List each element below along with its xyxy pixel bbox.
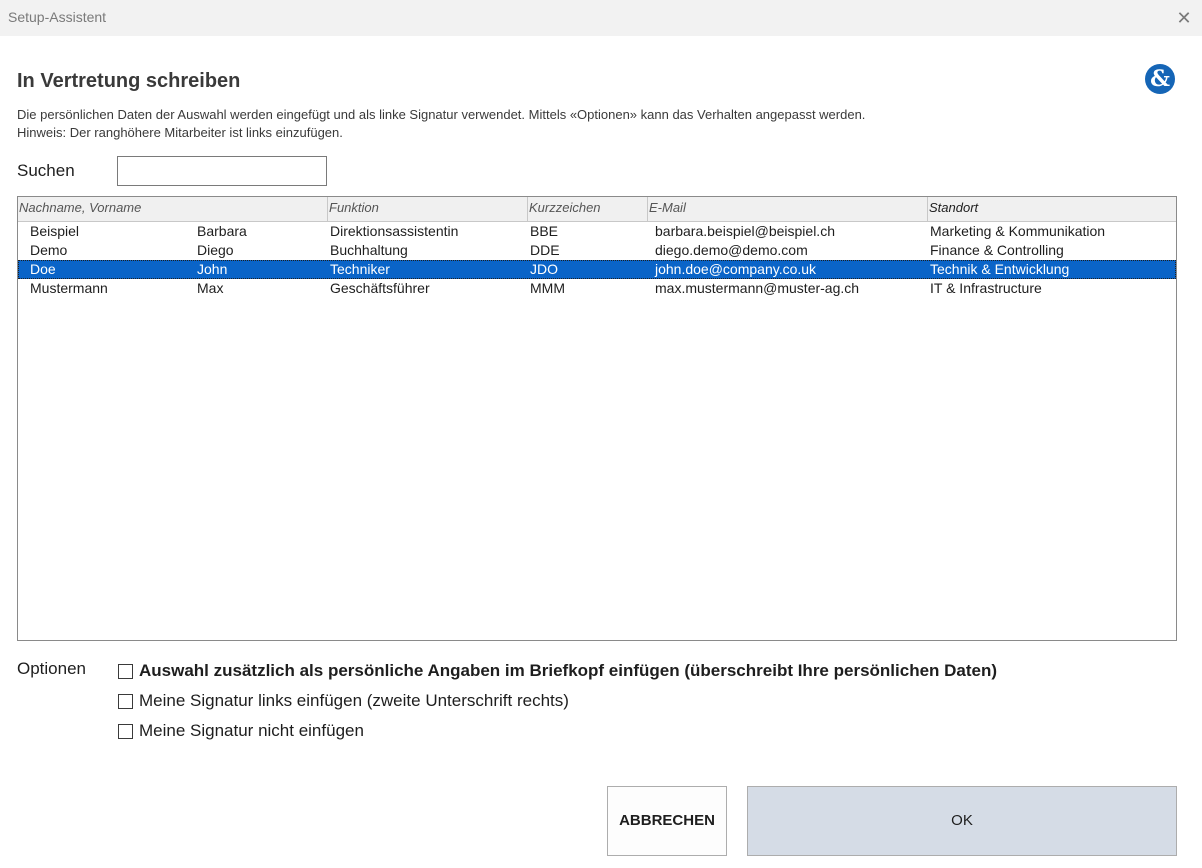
column-header-kurzzeichen[interactable]: Kurzzeichen [528, 197, 648, 221]
column-header-standort[interactable]: Standort [928, 197, 1176, 221]
cell-email: max.mustermann@muster-ag.ch [655, 280, 860, 296]
cell-funktion: Geschäftsführer [330, 280, 430, 296]
cell-kurzzeichen: MMM [530, 280, 565, 296]
cell-vorname: Barbara [197, 223, 247, 239]
ok-button[interactable]: OK [747, 786, 1177, 856]
options-label: Optionen [17, 659, 86, 678]
title-bar: Setup-Assistent ✕ [0, 0, 1202, 36]
search-label: Suchen [17, 161, 75, 180]
cell-kurzzeichen: JDO [530, 261, 558, 277]
cell-funktion: Direktionsassistentin [330, 223, 459, 239]
option-signatur-links-label: Meine Signatur links einfügen (zweite Un… [139, 691, 569, 710]
column-header-funktion[interactable]: Funktion [328, 197, 528, 221]
cell-standort: Technik & Entwicklung [930, 261, 1070, 277]
option-signatur-links[interactable]: Meine Signatur links einfügen (zweite Un… [118, 691, 569, 711]
column-header-email[interactable]: E-Mail [648, 197, 928, 221]
cell-funktion: Buchhaltung [330, 242, 408, 258]
cell-nachname: Demo [30, 242, 68, 258]
option-signatur-nicht-label: Meine Signatur nicht einfügen [139, 721, 364, 740]
table-row-selected[interactable]: Doe John Techniker JDO john.doe@company.… [18, 260, 1176, 279]
table-row[interactable]: Mustermann Max Geschäftsführer MMM max.m… [18, 279, 1176, 298]
cancel-button[interactable]: ABBRECHEN [607, 786, 727, 856]
employee-list[interactable]: Nachname, Vorname Funktion Kurzzeichen E… [17, 196, 1177, 641]
cell-nachname: Beispiel [30, 223, 80, 239]
cell-nachname: Mustermann [30, 280, 108, 296]
table-row[interactable]: Demo Diego Buchhaltung DDE diego.demo@de… [18, 241, 1176, 260]
checkbox-signatur-nicht[interactable] [118, 723, 133, 739]
checkbox-signatur-links[interactable] [118, 693, 133, 709]
cell-standort: Marketing & Kommunikation [930, 223, 1106, 239]
cell-standort: Finance & Controlling [930, 242, 1064, 258]
cell-standort: IT & Infrastructure [930, 280, 1042, 296]
list-header: Nachname, Vorname Funktion Kurzzeichen E… [18, 197, 1176, 222]
page-title: In Vertretung schreiben [17, 70, 241, 92]
window-title: Setup-Assistent [8, 9, 107, 25]
cell-kurzzeichen: BBE [530, 223, 559, 239]
ampersand-logo-icon: & [1145, 64, 1175, 94]
cell-vorname: Max [197, 280, 224, 296]
cell-kurzzeichen: DDE [530, 242, 560, 258]
option-signatur-nicht[interactable]: Meine Signatur nicht einfügen [118, 721, 364, 741]
cell-email: barbara.beispiel@beispiel.ch [655, 223, 835, 239]
cell-nachname: Doe [30, 261, 56, 277]
description-line-2: Hinweis: Der ranghöhere Mitarbeiter ist … [17, 125, 343, 140]
checkbox-briefkopf[interactable] [118, 663, 133, 679]
option-briefkopf[interactable]: Auswahl zusätzlich als persönliche Angab… [118, 661, 997, 681]
close-icon[interactable]: ✕ [1174, 8, 1194, 28]
table-row[interactable]: Beispiel Barbara Direktionsassistentin B… [18, 222, 1176, 241]
description-line-1: Die persönlichen Daten der Auswahl werde… [17, 107, 866, 122]
cell-vorname: Diego [197, 242, 234, 258]
cell-vorname: John [197, 261, 228, 277]
option-briefkopf-label: Auswahl zusätzlich als persönliche Angab… [139, 661, 998, 680]
cell-email: john.doe@company.co.uk [655, 261, 817, 277]
column-header-name[interactable]: Nachname, Vorname [18, 197, 328, 221]
search-input[interactable] [117, 156, 327, 186]
cell-email: diego.demo@demo.com [655, 242, 808, 258]
cell-funktion: Techniker [330, 261, 390, 277]
